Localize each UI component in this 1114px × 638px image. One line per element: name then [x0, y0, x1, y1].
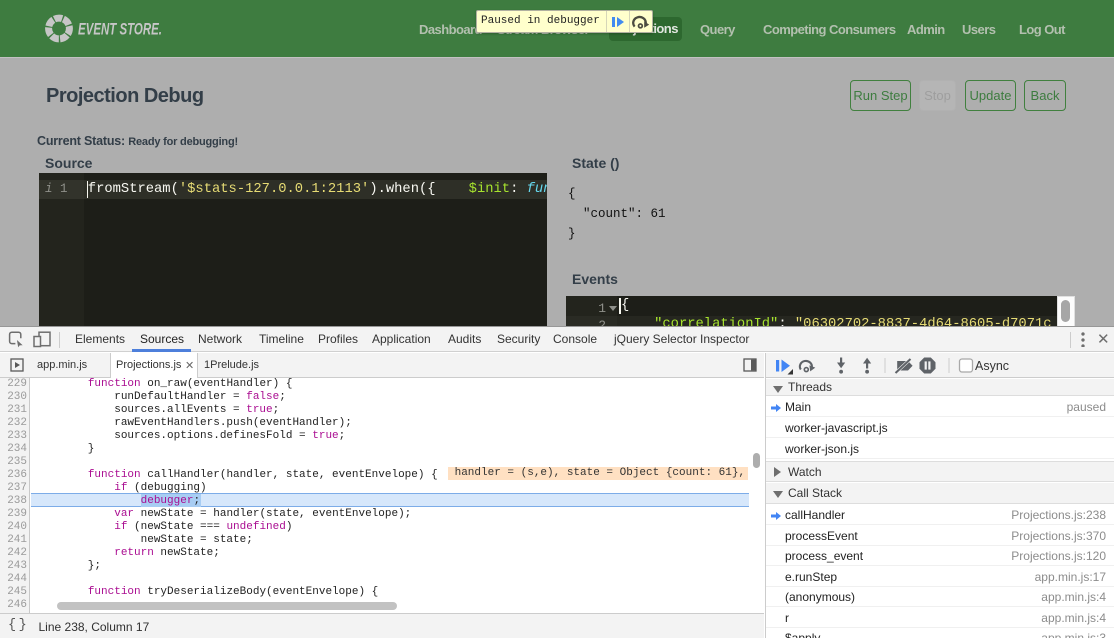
svg-text:EVENT STORE.: EVENT STORE. [78, 20, 162, 39]
